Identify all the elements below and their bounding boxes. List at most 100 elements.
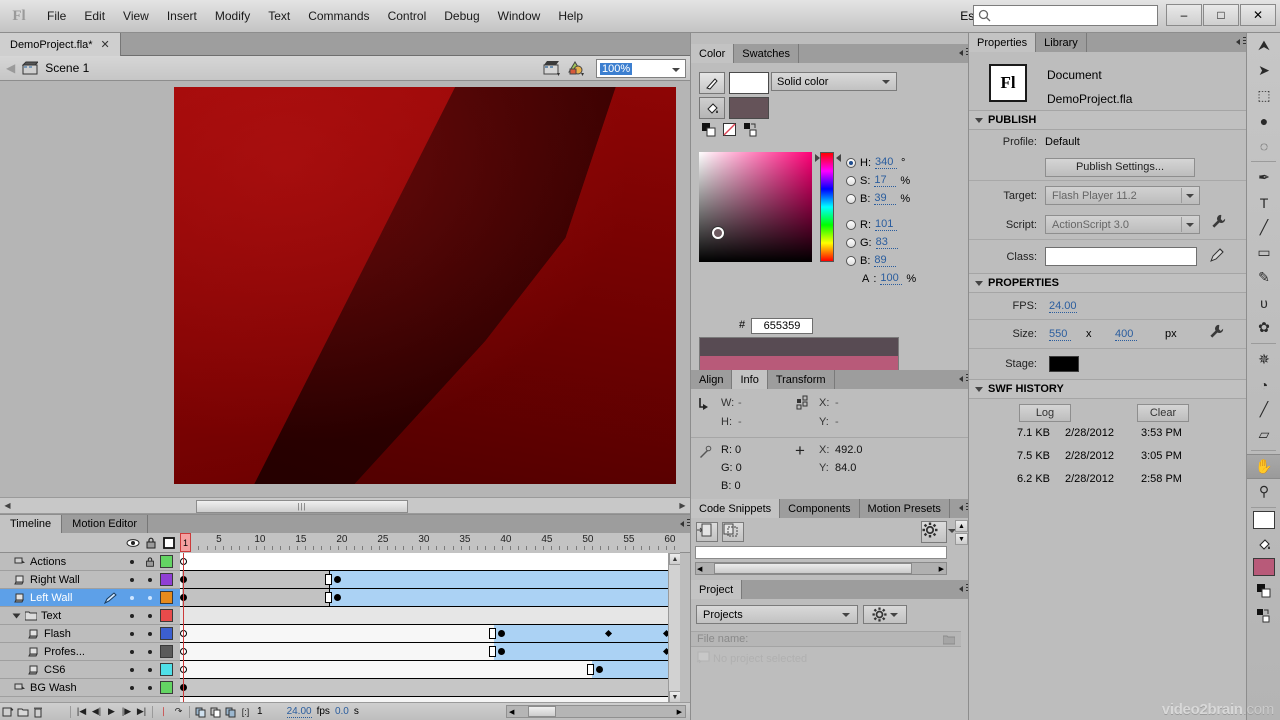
lock-icon[interactable] — [144, 556, 156, 568]
hsb-s-value[interactable]: 17 — [874, 174, 896, 187]
projects-dropdown[interactable]: Projects — [696, 605, 858, 624]
frame-row-right-wall[interactable] — [180, 571, 680, 589]
play-icon[interactable]: ▶ — [104, 704, 119, 719]
stroke-color-swatch[interactable] — [729, 72, 769, 94]
lock-toggle[interactable] — [148, 578, 152, 582]
free-transform-tool-icon[interactable]: ⬚ — [1247, 83, 1280, 108]
blank-keyframe[interactable] — [489, 646, 496, 657]
project-options-button[interactable] — [863, 605, 907, 624]
frame-row-profes[interactable] — [180, 643, 680, 661]
edit-multiple-frames-icon[interactable] — [223, 704, 238, 719]
layer-row-actions[interactable]: Actions — [0, 553, 180, 571]
publish-section-header[interactable]: PUBLISH — [969, 110, 1247, 130]
hsb-b-radio[interactable] — [846, 194, 856, 204]
fps-value[interactable]: 24.00 — [1049, 300, 1077, 313]
layer-color-swatch[interactable] — [160, 591, 173, 604]
lock-toggle[interactable] — [148, 686, 152, 690]
layer-name-cell[interactable]: Left Wall — [14, 592, 72, 604]
registration-point-grid-icon[interactable] — [796, 395, 814, 411]
goto-end-icon[interactable]: ▶| — [134, 704, 149, 719]
menu-item-commands[interactable]: Commands — [299, 5, 378, 27]
lock-toggle[interactable] — [148, 668, 152, 672]
stage-canvas[interactable] — [174, 87, 676, 484]
eye-icon[interactable] — [126, 536, 140, 550]
copy-snippet-icon[interactable] — [722, 522, 744, 542]
tab-color[interactable]: Color — [691, 44, 734, 63]
visibility-toggle[interactable] — [130, 614, 134, 618]
blank-keyframe[interactable] — [587, 664, 594, 675]
layer-name-cell[interactable]: Flash — [28, 628, 71, 640]
tween-frame-span[interactable] — [330, 589, 680, 606]
tab-info[interactable]: Info — [732, 370, 767, 389]
menu-item-view[interactable]: View — [114, 5, 158, 27]
visibility-toggle[interactable] — [130, 686, 134, 690]
back-arrow-icon[interactable]: ◀ — [6, 61, 15, 75]
scroll-left-icon[interactable]: ◀ — [697, 565, 702, 573]
3d-rotation-tool-icon[interactable]: ● — [1247, 108, 1280, 133]
swap-colors-icon[interactable] — [1247, 603, 1280, 628]
frames-vertical-scrollbar[interactable]: ▲ ▼ — [668, 553, 680, 703]
layer-name-cell[interactable]: Right Wall — [14, 574, 80, 586]
saturation-brightness-field[interactable] — [699, 152, 812, 262]
goto-start-icon[interactable]: |◀ — [74, 704, 89, 719]
rgb-g-radio[interactable] — [846, 238, 856, 248]
tab-motion-presets[interactable]: Motion Presets — [860, 499, 950, 518]
swf-clear-button[interactable]: Clear — [1137, 404, 1189, 422]
scroll-thumb[interactable]: ||| — [196, 500, 408, 513]
window-close-button[interactable]: ✕ — [1240, 4, 1276, 26]
fps-value[interactable]: 24.00 — [287, 706, 312, 718]
bone-tool-icon[interactable]: ✵ — [1247, 347, 1280, 372]
lock-toggle[interactable] — [148, 596, 152, 600]
eyedropper-tool-icon[interactable]: ╱ — [1247, 397, 1280, 422]
blank-keyframe[interactable] — [325, 592, 332, 603]
scroll-right-icon[interactable]: ▶ — [939, 565, 944, 573]
scroll-down-icon[interactable]: ▼ — [955, 533, 968, 545]
stage-horizontal-scrollbar[interactable]: ◀ ||| ▶ — [0, 497, 690, 514]
tab-components[interactable]: Components — [780, 499, 859, 518]
lock-toggle[interactable] — [148, 614, 152, 618]
keyframe-filled[interactable] — [498, 630, 505, 637]
tab-motion-editor[interactable]: Motion Editor — [62, 515, 148, 533]
scroll-thumb[interactable] — [714, 563, 912, 574]
layer-row-cs6[interactable]: CS6 — [0, 661, 180, 679]
layer-row-flash[interactable]: Flash — [0, 625, 180, 643]
tab-transform[interactable]: Transform — [768, 370, 835, 389]
tab-code-snippets[interactable]: Code Snippets — [691, 499, 780, 518]
scroll-right-icon[interactable]: ▶ — [677, 708, 682, 716]
tab-project[interactable]: Project — [691, 580, 742, 599]
frame-row-bg-wash[interactable] — [180, 679, 680, 697]
menu-item-edit[interactable]: Edit — [75, 5, 114, 27]
blank-keyframe[interactable] — [489, 628, 496, 639]
close-icon[interactable]: ✕ — [101, 38, 110, 51]
add-to-script-icon[interactable] — [696, 522, 718, 542]
layer-name-cell[interactable]: Profes... — [28, 646, 85, 658]
pencil-tool-icon[interactable]: ✎ — [1247, 265, 1280, 290]
swf-log-button[interactable]: Log — [1019, 404, 1071, 422]
layer-color-swatch[interactable] — [160, 573, 173, 586]
hsb-h-radio[interactable] — [846, 158, 856, 168]
swf-history-section-header[interactable]: SWF HISTORY — [969, 379, 1247, 399]
visibility-toggle[interactable] — [130, 668, 134, 672]
tween-frame-span[interactable] — [592, 661, 680, 678]
pen-tool-icon[interactable]: ✒ — [1247, 165, 1280, 190]
stage-area[interactable] — [0, 81, 690, 497]
size-registration-icon[interactable] — [698, 396, 714, 412]
step-back-icon[interactable]: ◀| — [89, 704, 104, 719]
layer-row-left-wall[interactable]: Left Wall — [0, 589, 180, 607]
keyframe-filled[interactable] — [498, 648, 505, 655]
tool-fill-color-swatch[interactable] — [1253, 558, 1275, 576]
black-white-colors-icon[interactable] — [702, 123, 716, 137]
brush-tool-icon[interactable]: ᴜ — [1247, 290, 1280, 315]
scroll-up-icon[interactable]: ▲ — [669, 553, 680, 565]
scroll-thumb[interactable] — [528, 706, 556, 717]
fill-type-dropdown[interactable]: Solid color — [771, 72, 897, 91]
line-tool-icon[interactable]: ╱ — [1247, 215, 1280, 240]
hsb-s-radio[interactable] — [846, 176, 856, 186]
layer-row-bg-wash[interactable]: BG Wash — [0, 679, 180, 697]
menu-item-file[interactable]: File — [38, 5, 75, 27]
menu-item-help[interactable]: Help — [549, 5, 592, 27]
layer-color-swatch[interactable] — [160, 627, 173, 640]
visibility-toggle[interactable] — [130, 560, 134, 564]
lasso-tool-icon[interactable]: ◌ — [1247, 133, 1280, 158]
publish-settings-button[interactable]: Publish Settings... — [1045, 158, 1195, 177]
